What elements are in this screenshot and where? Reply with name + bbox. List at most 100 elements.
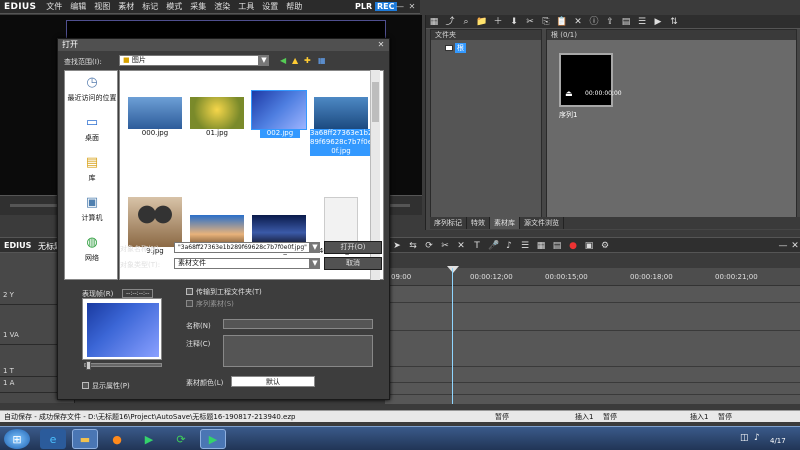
audio-icon[interactable]: ♪ — [504, 241, 514, 251]
delete-icon[interactable]: ✕ — [572, 16, 584, 28]
menu-marker[interactable]: 标记 — [138, 1, 162, 12]
file-item[interactable]: 000.jpg — [124, 97, 186, 138]
pointer-icon[interactable]: ➤ — [392, 241, 402, 251]
text-icon[interactable]: T — [472, 241, 482, 251]
sort-icon[interactable]: ⇅ — [668, 16, 680, 28]
show-properties-checkbox[interactable] — [82, 382, 89, 389]
back-icon[interactable]: ◀ — [280, 56, 286, 65]
track-lane — [385, 394, 800, 395]
tab-sequence-marker[interactable]: 序列标记 — [430, 217, 467, 229]
view-menu-icon[interactable]: ▦ — [318, 56, 326, 65]
add-clip-icon[interactable]: ＋ — [492, 16, 504, 28]
file-item[interactable]: 01.jpg — [186, 97, 248, 138]
tab-source-browser[interactable]: 源文件浏览 — [520, 217, 564, 229]
start-button[interactable]: ⊞ — [4, 429, 30, 449]
taskbar-edius-2[interactable]: ▶ — [200, 429, 226, 449]
comment-input[interactable] — [223, 335, 373, 367]
place-computer[interactable]: ▣ 计算机 — [65, 191, 119, 233]
cut-icon[interactable]: ✂ — [524, 16, 536, 28]
grid-view-icon[interactable]: ▤ — [620, 16, 632, 28]
rec-label[interactable]: REC — [375, 2, 397, 11]
delete-clip-icon[interactable]: ✕ — [456, 241, 466, 251]
ruler-label: 00:00:21;00 — [715, 273, 758, 281]
mixer-icon[interactable]: ☰ — [520, 241, 530, 251]
sync-icon[interactable]: ⟳ — [424, 241, 434, 251]
object-type-select[interactable]: 素材文件 — [174, 258, 310, 269]
object-type-dropdown-icon[interactable]: ▼ — [310, 258, 320, 269]
properties-icon[interactable]: ⓘ — [588, 16, 600, 28]
place-libraries[interactable]: ▤ 库 — [65, 151, 119, 193]
close-icon[interactable]: ✕ — [407, 2, 417, 12]
place-recent[interactable]: ◷ 最近访问的位置 — [65, 71, 119, 113]
open-button[interactable]: 打开(O) — [324, 241, 382, 254]
cancel-button[interactable]: 取消 — [324, 257, 382, 270]
preview-slider[interactable] — [84, 363, 162, 367]
menu-tools[interactable]: 工具 — [234, 1, 258, 12]
look-in-label: 查找范围(I): — [64, 58, 102, 66]
file-item-selected[interactable]: 3a68ff27363e1b2 89f69628c7b7f0e 0f.jpg — [310, 97, 372, 156]
new-folder-icon[interactable]: 📁 — [476, 16, 488, 28]
taskbar-firefox[interactable]: ● — [104, 429, 130, 449]
settings-icon[interactable]: ⚙ — [600, 241, 610, 251]
menu-render[interactable]: 渲染 — [210, 1, 234, 12]
plr-label[interactable]: PLR — [355, 2, 372, 11]
sequence-clip-checkbox[interactable] — [186, 300, 193, 307]
status-insert-1: 插入1 — [575, 413, 594, 421]
preview-slider-knob[interactable] — [86, 361, 91, 370]
copy-to-project-checkbox[interactable] — [186, 288, 193, 295]
place-desktop[interactable]: ▭ 桌面 — [65, 111, 119, 153]
list-icon[interactable]: ▤ — [552, 241, 562, 251]
copy-icon[interactable]: ⎘ — [540, 16, 552, 28]
taskbar-explorer[interactable]: ▬ — [72, 429, 98, 449]
export-icon[interactable]: ⇪ — [604, 16, 616, 28]
menu-clip[interactable]: 素材 — [114, 1, 138, 12]
timeline-minimize-icon[interactable]: — — [778, 241, 788, 251]
razor-icon[interactable]: ✂ — [440, 241, 450, 251]
taskbar-refresh-app[interactable]: ⟳ — [168, 429, 194, 449]
sequence-thumbnail[interactable]: ⏏ 00:00:00;00 — [559, 53, 622, 107]
file-item-selected[interactable]: 002.jpg — [248, 90, 310, 138]
menu-capture[interactable]: 采集 — [186, 1, 210, 12]
object-name-dropdown-icon[interactable]: ▼ — [310, 242, 320, 253]
taskbar-ie[interactable]: e — [40, 429, 66, 449]
menu-view[interactable]: 视图 — [90, 1, 114, 12]
scrollbar-thumb[interactable] — [372, 82, 379, 122]
up-folder-icon[interactable]: ▲ — [292, 56, 298, 65]
render-icon[interactable]: ▣ — [584, 241, 594, 251]
menu-help[interactable]: 帮助 — [282, 1, 306, 12]
look-in-combo[interactable]: ■ 图片 — [119, 55, 259, 66]
play-icon[interactable]: ▶ — [652, 16, 664, 28]
folder-up-icon[interactable]: ⤴ — [444, 16, 456, 28]
taskbar-clock: 4/17 — [770, 437, 786, 445]
ripple-icon[interactable]: ⇆ — [408, 241, 418, 251]
name-input[interactable] — [223, 319, 373, 329]
tab-effects[interactable]: 特效 — [467, 217, 490, 229]
import-icon[interactable]: ⬇ — [508, 16, 520, 28]
mic-icon[interactable]: 🎤 — [488, 241, 499, 251]
menu-file[interactable]: 文件 — [42, 1, 66, 12]
tray-network-icon[interactable]: ◫ — [740, 433, 749, 443]
dialog-close-icon[interactable]: ✕ — [376, 40, 386, 50]
clip-color-button[interactable]: 默认 — [231, 376, 315, 387]
object-name-input[interactable]: "3a68ff27363e1b289f69628c7b7f0e0f.jpg" "… — [174, 242, 310, 253]
minimize-icon[interactable]: — — [395, 2, 405, 12]
sequence-clip-label: 序列素材(S) — [196, 300, 234, 308]
menu-edit[interactable]: 编辑 — [66, 1, 90, 12]
timeline-tracks[interactable] — [385, 286, 800, 404]
tray-volume-icon[interactable]: ♪ — [754, 433, 760, 443]
taskbar-edius-1[interactable]: ▶ — [136, 429, 162, 449]
place-network[interactable]: ◍ 网络 — [65, 231, 119, 273]
list-view-icon[interactable]: ☰ — [636, 16, 648, 28]
paste-icon[interactable]: 📋 — [556, 16, 568, 28]
search-icon[interactable]: ⌕ — [460, 16, 472, 28]
playhead-handle[interactable] — [447, 266, 459, 273]
menu-mode[interactable]: 模式 — [162, 1, 186, 12]
tab-clip-library[interactable]: 素材库 — [490, 217, 520, 229]
look-in-dropdown-icon[interactable]: ▼ — [259, 55, 269, 66]
record-icon[interactable]: ● — [568, 241, 578, 251]
menu-settings[interactable]: 设置 — [258, 1, 282, 12]
new-folder-dialog-icon[interactable]: ✚ — [304, 56, 311, 65]
folder-root[interactable]: 根 — [445, 43, 466, 53]
grid-icon[interactable]: ▦ — [536, 241, 546, 251]
timeline-close-icon[interactable]: ✕ — [790, 241, 800, 251]
